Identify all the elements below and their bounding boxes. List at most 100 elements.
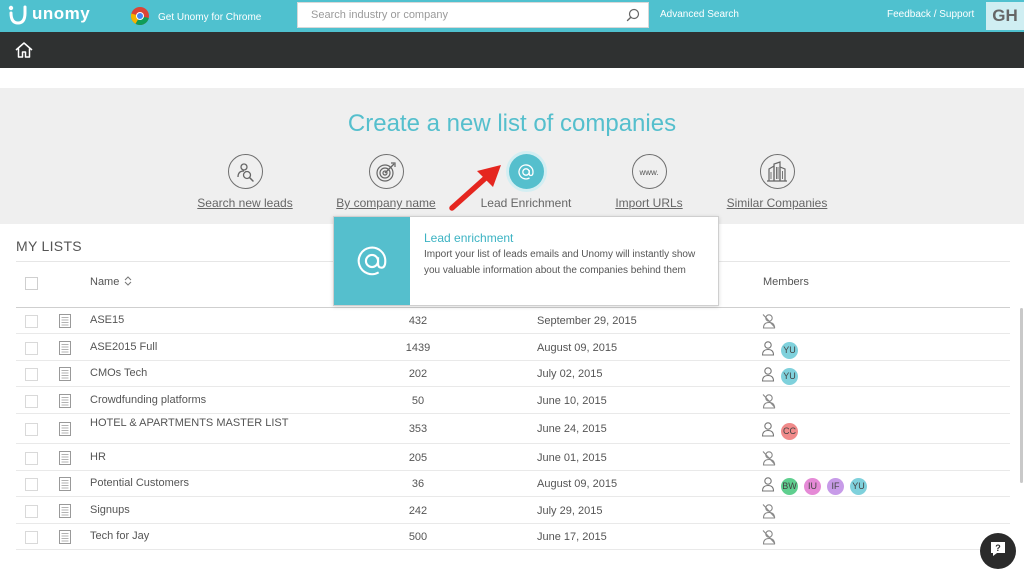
list-date: July 02, 2015 — [537, 368, 603, 380]
list-document-icon — [59, 314, 71, 333]
svg-text:www.: www. — [638, 168, 658, 177]
row-checkbox[interactable] — [25, 395, 38, 408]
member-badge[interactable]: IU — [804, 478, 821, 495]
sort-icon[interactable] — [122, 276, 132, 288]
user-avatar[interactable]: GH — [986, 2, 1024, 30]
list-document-icon — [59, 477, 71, 496]
my-lists-title: MY LISTS — [16, 238, 82, 254]
list-name[interactable]: Signups — [90, 504, 130, 516]
table-row[interactable]: ASE2015 Full 1439 August 09, 2015 YU — [16, 334, 1010, 361]
members-cell: YU — [761, 340, 798, 361]
top-bar: unomy Get Unomy for Chrome Search indust… — [0, 0, 1024, 32]
list-date: June 24, 2015 — [537, 423, 607, 435]
row-checkbox[interactable] — [25, 315, 38, 328]
list-document-icon — [59, 367, 71, 386]
home-icon[interactable] — [14, 41, 34, 64]
list-document-icon — [59, 530, 71, 549]
member-badge[interactable]: YU — [850, 478, 867, 495]
row-checkbox[interactable] — [25, 342, 38, 355]
table-row[interactable]: CMOs Tech 202 July 02, 2015 YU — [16, 361, 1010, 387]
www-icon: www. — [631, 154, 667, 189]
list-date: July 29, 2015 — [537, 505, 603, 517]
option-label: Import URLs — [615, 196, 683, 210]
person-icon[interactable] — [761, 421, 775, 442]
member-badge[interactable]: IF — [827, 478, 844, 495]
feedback-support-link[interactable]: Feedback / Support — [887, 9, 974, 20]
list-date: August 09, 2015 — [537, 342, 618, 354]
table-row[interactable]: Signups 242 July 29, 2015 — [16, 497, 1010, 524]
table-row[interactable]: HR 205 June 01, 2015 — [16, 444, 1010, 471]
person-icon[interactable] — [761, 366, 775, 387]
list-date: June 01, 2015 — [537, 452, 607, 464]
list-date: June 17, 2015 — [537, 531, 607, 543]
create-list-section: Create a new list of companies Search ne… — [0, 88, 1024, 224]
row-checkbox[interactable] — [25, 452, 38, 465]
option-import-urls[interactable]: www. Import URLs — [610, 154, 688, 210]
table-row[interactable]: ASE15 432 September 29, 2015 — [16, 308, 1010, 334]
no-members-icon[interactable] — [761, 529, 777, 550]
list-name[interactable]: Potential Customers — [90, 477, 189, 489]
option-label: Similar Companies — [726, 196, 828, 210]
option-search-new-leads[interactable]: Search new leads — [194, 154, 296, 210]
row-checkbox[interactable] — [25, 368, 38, 381]
members-cell — [761, 503, 777, 524]
name-column-header[interactable]: Name — [90, 276, 132, 288]
advanced-search-link[interactable]: Advanced Search — [660, 9, 739, 20]
scrollbar-thumb[interactable] — [1020, 308, 1023, 483]
search-input[interactable] — [298, 3, 618, 27]
list-date: September 29, 2015 — [537, 315, 637, 327]
brand-logo[interactable]: unomy — [8, 4, 90, 25]
list-count: 50 — [411, 395, 425, 407]
row-checkbox[interactable] — [25, 423, 38, 436]
row-checkbox[interactable] — [25, 531, 38, 544]
option-similar-companies[interactable]: Similar Companies — [722, 154, 832, 210]
select-all-checkbox[interactable] — [25, 277, 38, 290]
members-cell: YU — [761, 366, 798, 387]
table-row[interactable]: Tech for Jay 500 June 17, 2015 — [16, 524, 1010, 550]
search-icon[interactable] — [626, 8, 640, 27]
member-badge[interactable]: YU — [781, 342, 798, 359]
members-cell — [761, 450, 777, 471]
lead-enrichment-tooltip: Lead enrichment Import your list of lead… — [333, 216, 719, 306]
list-name[interactable]: ASE15 — [90, 314, 124, 326]
list-document-icon — [59, 422, 71, 441]
members-column-header: Members — [763, 276, 809, 288]
search-box[interactable] — [297, 2, 649, 28]
help-chat-icon: ? — [989, 540, 1007, 563]
at-icon — [508, 154, 544, 189]
list-name[interactable]: HOTEL & APARTMENTS MASTER LIST — [90, 417, 288, 429]
list-name[interactable]: CMOs Tech — [90, 367, 147, 379]
members-cell — [761, 313, 777, 334]
row-checkbox[interactable] — [25, 505, 38, 518]
option-by-company-name[interactable]: By company name — [332, 154, 440, 210]
table-row[interactable]: Crowdfunding platforms 50 June 10, 2015 — [16, 387, 1010, 414]
no-members-icon[interactable] — [761, 503, 777, 524]
list-name[interactable]: HR — [90, 451, 106, 463]
annotation-arrow-icon — [446, 160, 506, 219]
no-members-icon[interactable] — [761, 313, 777, 334]
buildings-icon — [759, 154, 795, 189]
list-name[interactable]: Crowdfunding platforms — [90, 394, 206, 406]
no-members-icon[interactable] — [761, 450, 777, 471]
table-row[interactable]: Potential Customers 36 August 09, 2015 BW IU… — [16, 471, 1010, 497]
page: unomy Get Unomy for Chrome Search indust… — [0, 0, 1024, 573]
list-count: 202 — [408, 368, 428, 380]
member-badge[interactable]: CC — [781, 423, 798, 440]
get-chrome-extension-link[interactable]: Get Unomy for Chrome — [130, 6, 261, 29]
list-document-icon — [59, 451, 71, 470]
tooltip-description: Import your list of leads emails and Uno… — [424, 249, 696, 276]
help-chat-button[interactable]: ? — [980, 533, 1016, 569]
list-document-icon — [59, 341, 71, 360]
svg-text:?: ? — [995, 543, 1001, 553]
row-checkbox[interactable] — [25, 478, 38, 491]
person-icon[interactable] — [761, 476, 775, 497]
member-badge[interactable]: BW — [781, 478, 798, 495]
table-row[interactable]: HOTEL & APARTMENTS MASTER LIST 353 June 24… — [16, 414, 1010, 444]
member-badge[interactable]: YU — [781, 368, 798, 385]
no-members-icon[interactable] — [761, 393, 777, 414]
members-cell: CC — [761, 421, 798, 442]
create-list-title: Create a new list of companies — [347, 110, 677, 137]
person-icon[interactable] — [761, 340, 775, 361]
list-name[interactable]: Tech for Jay — [90, 530, 149, 542]
list-name[interactable]: ASE2015 Full — [90, 341, 157, 353]
